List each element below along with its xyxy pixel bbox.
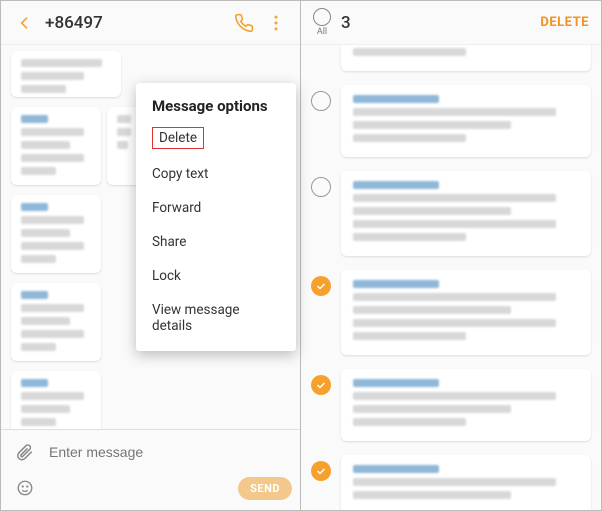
list-item[interactable] [311, 270, 591, 355]
message-bubble[interactable] [341, 85, 591, 157]
select-all-checkbox[interactable] [313, 8, 331, 26]
row-checkbox[interactable] [311, 461, 331, 481]
message-bubble[interactable] [341, 455, 591, 510]
message-bubble[interactable] [11, 107, 101, 185]
menu-item-details[interactable]: View message details [152, 293, 280, 343]
list-item[interactable] [311, 455, 591, 510]
panel-selection: All 3 DELETE [301, 1, 601, 510]
message-bubble[interactable] [341, 270, 591, 355]
menu-item-share[interactable]: Share [152, 225, 280, 259]
message-bubble[interactable] [11, 51, 121, 97]
menu-title: Message options [152, 97, 280, 115]
contact-number: +86497 [45, 13, 103, 33]
message-bubble[interactable] [11, 371, 101, 429]
select-all-toggle[interactable]: All [313, 8, 331, 37]
message-bubble[interactable] [11, 195, 101, 273]
attach-icon[interactable] [9, 436, 41, 468]
list-item[interactable] [311, 369, 591, 441]
message-input[interactable] [49, 444, 292, 460]
panel-conversation: +86497 [1, 1, 301, 510]
emoji-icon[interactable] [9, 472, 41, 504]
menu-item-forward[interactable]: Forward [152, 191, 280, 225]
call-icon[interactable] [228, 7, 260, 39]
message-bubble[interactable] [11, 283, 101, 361]
selected-count: 3 [341, 13, 351, 33]
dual-screenshot-frame: +86497 [0, 0, 602, 511]
row-checkbox[interactable] [311, 375, 331, 395]
message-bubble[interactable] [341, 45, 591, 71]
row-checkbox[interactable] [311, 276, 331, 296]
overflow-menu-icon[interactable] [260, 7, 292, 39]
message-bubble[interactable] [341, 171, 591, 256]
send-button[interactable]: SEND [238, 477, 292, 500]
delete-action[interactable]: DELETE [540, 15, 589, 30]
row-checkbox[interactable] [311, 177, 331, 197]
menu-item-lock[interactable]: Lock [152, 259, 280, 293]
compose-bar: SEND [1, 429, 300, 510]
select-all-label: All [317, 27, 327, 37]
list-item[interactable] [311, 45, 591, 71]
menu-item-delete[interactable]: Delete [152, 127, 204, 149]
message-bubble[interactable] [341, 369, 591, 441]
back-icon[interactable] [9, 7, 41, 39]
list-item[interactable] [311, 85, 591, 157]
selection-list [301, 45, 601, 510]
conversation-header: +86497 [1, 1, 300, 45]
menu-item-copy[interactable]: Copy text [152, 157, 280, 191]
message-options-menu: Message options Delete Copy text Forward… [136, 83, 296, 351]
selection-header: All 3 DELETE [301, 1, 601, 45]
row-checkbox[interactable] [311, 91, 331, 111]
list-item[interactable] [311, 171, 591, 256]
